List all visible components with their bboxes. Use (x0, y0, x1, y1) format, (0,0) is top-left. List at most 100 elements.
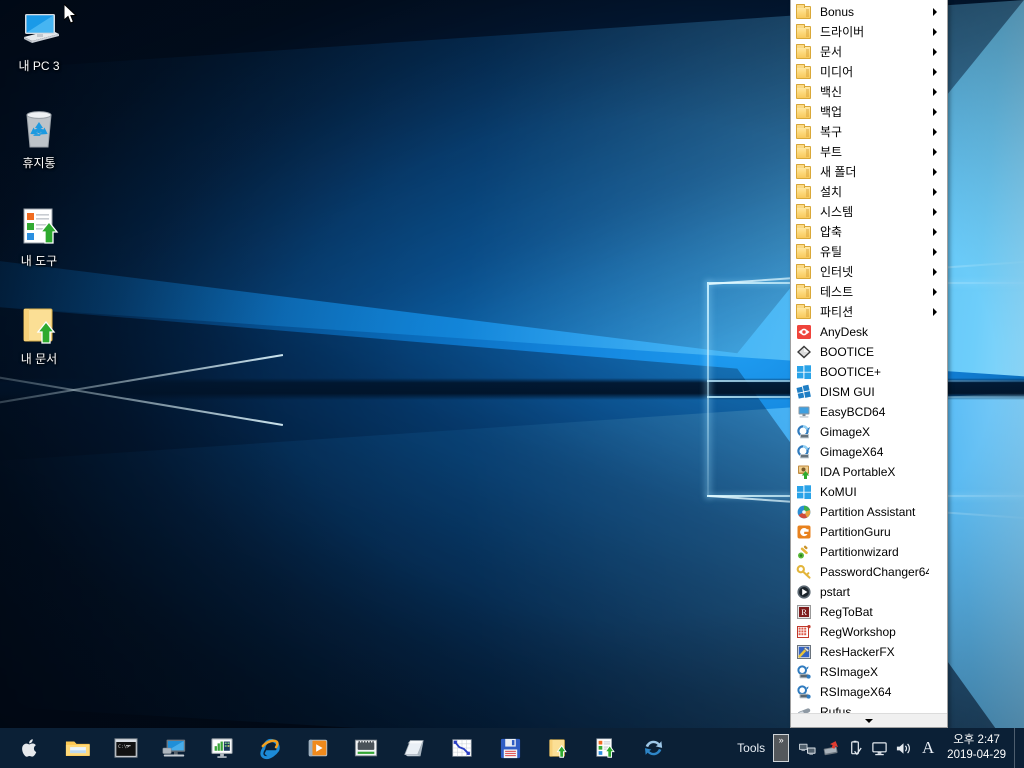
menu-item[interactable]: PasswordChanger64 (791, 562, 947, 582)
menu-item[interactable]: PartitionGuru (791, 522, 947, 542)
menu-item[interactable]: AnyDesk (791, 322, 947, 342)
desktop-icon-recycle-bin[interactable]: 휴지통 (0, 105, 78, 170)
computer-icon (15, 8, 63, 56)
menu-item[interactable]: BOOTICE (791, 342, 947, 362)
menu-item[interactable]: 시스템 (791, 202, 947, 222)
chevron-down-icon (865, 718, 873, 723)
system-monitor-button[interactable] (198, 728, 246, 768)
play-button-icon (796, 584, 812, 600)
partition-assistant-icon (796, 504, 812, 520)
menu-item[interactable]: 드라이버 (791, 22, 947, 42)
command-prompt-button[interactable]: C:\> (102, 728, 150, 768)
menu-item-label: 유틸 (820, 245, 843, 259)
menu-item[interactable]: RegWorkshop (791, 622, 947, 642)
menu-item[interactable]: DISM GUI (791, 382, 947, 402)
menu-item[interactable]: 백업 (791, 102, 947, 122)
menu-item-label: BOOTICE (820, 345, 875, 359)
tools-label[interactable]: Tools (729, 741, 773, 755)
volume-icon[interactable] (891, 728, 915, 768)
desktop[interactable]: 내 PC 3 휴지통 내 도구 내 문서 Bonus 드라이버 문서 미디어 백… (0, 0, 1024, 768)
remote-desktop-button[interactable] (150, 728, 198, 768)
menu-item[interactable]: 파티션 (791, 302, 947, 322)
menu-item[interactable]: 설치 (791, 182, 947, 202)
folder-icon (796, 64, 812, 80)
menu-item[interactable]: 부트 (791, 142, 947, 162)
menu-item[interactable]: 유틸 (791, 242, 947, 262)
menu-item[interactable]: 백신 (791, 82, 947, 102)
folder-icon (796, 304, 812, 320)
menu-item-label: 부트 (820, 145, 843, 159)
safely-remove-hardware-icon[interactable] (819, 728, 843, 768)
menu-item[interactable]: 테스트 (791, 282, 947, 302)
menu-item[interactable]: EasyBCD64 (791, 402, 947, 422)
menu-item-list: Bonus 드라이버 문서 미디어 백신 백업 복구부트새 폴더 설치 시스템 압축유틸인터넷테스… (791, 0, 947, 713)
menu-item-label: Partitionwizard (820, 545, 899, 559)
menu-item[interactable]: ResHackerFX (791, 642, 947, 662)
folder-icon (796, 144, 812, 160)
gimagex-icon (796, 444, 812, 460)
internet-explorer-button[interactable] (246, 728, 294, 768)
menu-item[interactable]: 미디어 (791, 62, 947, 82)
notepad-button[interactable] (390, 728, 438, 768)
file-explorer-button[interactable] (54, 728, 102, 768)
taskbar[interactable]: C:\> Tools » A 오후 2:47 2019-04-29 (0, 728, 1024, 768)
menu-scroll-down-button[interactable] (791, 713, 947, 727)
submenu-arrow-icon (933, 88, 943, 96)
menu-item[interactable]: GimageX (791, 422, 947, 442)
menu-item-label: 인터넷 (820, 265, 854, 279)
menu-item[interactable]: 문서 (791, 42, 947, 62)
menu-item[interactable]: R RegToBat (791, 602, 947, 622)
save-backup-button[interactable] (486, 728, 534, 768)
ida-portable-icon (796, 464, 812, 480)
folder-icon (796, 164, 812, 180)
desktop-icon-label: 내 PC 3 (18, 59, 60, 73)
desktop-icon-label: 내 문서 (20, 352, 58, 366)
tray-expand-button[interactable]: » (773, 734, 790, 762)
submenu-arrow-icon (933, 208, 943, 216)
menu-item[interactable]: IDA PortableX (791, 462, 947, 482)
apple-start-button[interactable] (6, 728, 54, 768)
menu-item[interactable]: 복구 (791, 122, 947, 142)
desktop-icon-my-documents[interactable]: 내 문서 (0, 301, 78, 366)
screen-capture-button[interactable] (438, 728, 486, 768)
menu-item[interactable]: BOOTICE+ (791, 362, 947, 382)
menu-item[interactable]: 인터넷 (791, 262, 947, 282)
menu-item[interactable]: GimageX64 (791, 442, 947, 462)
network-connections-icon[interactable] (795, 728, 819, 768)
display-icon[interactable] (867, 728, 891, 768)
dism-gui-icon (796, 384, 812, 400)
partitionwizard-icon (796, 544, 812, 560)
menu-item[interactable]: Bonus (791, 2, 947, 22)
menu-item[interactable]: KoMUI (791, 482, 947, 502)
menu-item[interactable]: RSImageX (791, 662, 947, 682)
menu-item[interactable]: 새 폴더 (791, 162, 947, 182)
menu-item-label: RegWorkshop (820, 625, 896, 639)
submenu-arrow-icon (933, 28, 943, 36)
menu-item[interactable]: 압축 (791, 222, 947, 242)
menu-item-label: GimageX64 (820, 445, 884, 459)
menu-item-label: PartitionGuru (820, 525, 891, 539)
tools-popup-menu[interactable]: Bonus 드라이버 문서 미디어 백신 백업 복구부트새 폴더 설치 시스템 압축유틸인터넷테스… (790, 0, 948, 728)
my-tools-button[interactable] (582, 728, 630, 768)
show-desktop-button[interactable] (1014, 728, 1020, 768)
folder-icon (65, 741, 90, 756)
menu-item[interactable]: Partitionwizard (791, 542, 947, 562)
menu-item[interactable]: Partition Assistant (791, 502, 947, 522)
ime-indicator[interactable]: A (915, 738, 941, 758)
submenu-arrow-icon (933, 8, 943, 16)
my-documents-button[interactable] (534, 728, 582, 768)
menu-item[interactable]: pstart (791, 582, 947, 602)
desktop-icon-my-tools[interactable]: 내 도구 (0, 203, 78, 268)
my-documents-shortcut-icon (15, 301, 63, 349)
media-player-button[interactable] (294, 728, 342, 768)
menu-item[interactable]: Rufus (791, 702, 947, 713)
sync-refresh-button[interactable] (630, 728, 678, 768)
menu-item[interactable]: RSImageX64 (791, 682, 947, 702)
menu-item-label: RSImageX (820, 665, 879, 679)
submenu-arrow-icon (933, 48, 943, 56)
folder-icon (796, 44, 812, 60)
submenu-arrow-icon (933, 168, 943, 176)
usb-device-icon[interactable] (843, 728, 867, 768)
hardware-info-button[interactable] (342, 728, 390, 768)
clock[interactable]: 오후 2:47 2019-04-29 (941, 733, 1014, 763)
